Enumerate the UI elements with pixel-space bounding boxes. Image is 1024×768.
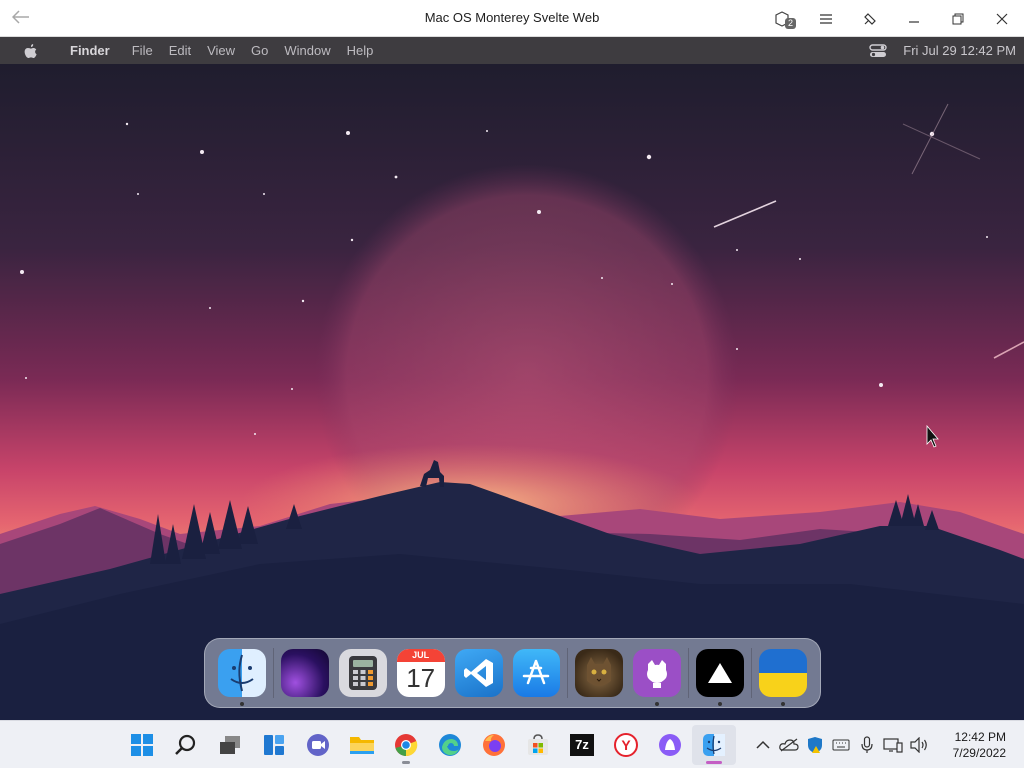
menu-help[interactable]: Help bbox=[339, 43, 382, 58]
menu-window[interactable]: Window bbox=[276, 43, 338, 58]
widgets-icon bbox=[264, 735, 284, 755]
taskbar-chrome[interactable] bbox=[384, 725, 428, 765]
collections-icon[interactable]: 2 bbox=[760, 0, 804, 37]
taskbar-time: 12:42 PM bbox=[954, 730, 1006, 744]
menu-edit[interactable]: Edit bbox=[161, 43, 199, 58]
menu-go[interactable]: Go bbox=[243, 43, 276, 58]
wallpapers-icon bbox=[281, 649, 329, 697]
desktop-wallpaper bbox=[0, 64, 1024, 720]
dock-separator bbox=[272, 648, 274, 698]
chrome-icon bbox=[395, 734, 418, 757]
file-explorer-icon bbox=[350, 737, 374, 754]
network-icon[interactable] bbox=[882, 734, 904, 756]
taskbar-store[interactable] bbox=[516, 725, 560, 765]
dock-app-calculator[interactable] bbox=[338, 649, 387, 697]
taskbar-task-view[interactable] bbox=[208, 725, 252, 765]
apple-logo-icon[interactable] bbox=[20, 43, 42, 59]
minimize-icon[interactable] bbox=[892, 0, 936, 37]
task-view-icon bbox=[220, 736, 240, 754]
windows-taskbar: 7z Y 12:42 PM 7/29/2022 bbox=[0, 720, 1024, 768]
system-tray bbox=[750, 721, 932, 768]
taskbar-date: 7/29/2022 bbox=[952, 746, 1006, 760]
taskbar-running-indicator bbox=[402, 761, 410, 764]
alice-icon bbox=[659, 734, 681, 756]
github-icon bbox=[647, 660, 668, 688]
taskbar-widgets[interactable] bbox=[252, 725, 296, 765]
taskbar-running-indicator bbox=[706, 761, 722, 764]
dock-running-indicator bbox=[718, 702, 723, 706]
close-icon[interactable] bbox=[980, 0, 1024, 37]
dock-running-indicator bbox=[240, 702, 244, 706]
dock-separator bbox=[567, 648, 569, 698]
vercel-icon bbox=[708, 663, 733, 683]
firefox-icon bbox=[483, 734, 505, 756]
store-icon bbox=[528, 734, 548, 755]
teams-chat-icon bbox=[307, 734, 329, 756]
dock-app-github[interactable] bbox=[633, 649, 682, 706]
calculator-icon bbox=[348, 656, 377, 690]
defender-icon[interactable] bbox=[804, 734, 826, 756]
calendar-month: JUL bbox=[396, 649, 445, 662]
taskbar-search[interactable] bbox=[164, 725, 208, 765]
dock-app-app-store[interactable] bbox=[512, 649, 561, 697]
finder-icon bbox=[230, 654, 254, 692]
menubar-app-name[interactable]: Finder bbox=[62, 43, 124, 58]
dock-separator bbox=[688, 648, 690, 698]
microphone-icon[interactable] bbox=[856, 734, 878, 756]
menubar-datetime[interactable]: Fri Jul 29 12:42 PM bbox=[903, 43, 1016, 58]
dock-running-indicator bbox=[781, 702, 786, 706]
menu-icon[interactable] bbox=[804, 0, 848, 37]
dock-app-wallpapers[interactable] bbox=[280, 649, 329, 697]
yandex-icon: Y bbox=[614, 733, 638, 757]
dock-app-calendar[interactable]: JUL 17 bbox=[396, 649, 445, 697]
finder-icon bbox=[703, 734, 725, 756]
volume-icon[interactable] bbox=[908, 734, 930, 756]
control-center-icon[interactable] bbox=[869, 43, 887, 58]
vscode-icon bbox=[463, 659, 493, 687]
taskbar-macos-web-app[interactable] bbox=[692, 725, 736, 765]
restore-icon[interactable] bbox=[936, 0, 980, 37]
menu-view[interactable]: View bbox=[199, 43, 243, 58]
taskbar-start[interactable] bbox=[120, 725, 164, 765]
edge-icon bbox=[439, 734, 461, 756]
taskbar-teams-chat[interactable] bbox=[296, 725, 340, 765]
search-icon bbox=[175, 734, 196, 755]
dock-app-ukraine[interactable] bbox=[759, 649, 808, 706]
mac-dock: JUL 17 bbox=[204, 638, 821, 708]
app-store-icon bbox=[523, 659, 550, 685]
dock-app-finder[interactable] bbox=[218, 649, 266, 706]
taskbar-alice[interactable] bbox=[648, 725, 692, 765]
dock-running-indicator bbox=[655, 702, 660, 706]
chevron-up-icon[interactable] bbox=[752, 734, 774, 756]
dock-app-cat[interactable] bbox=[575, 649, 624, 697]
onedrive-icon[interactable] bbox=[778, 734, 800, 756]
cat-photo-icon bbox=[587, 657, 612, 686]
mac-menubar: Finder File Edit View Go Window Help Fri… bbox=[0, 37, 1024, 64]
taskbar-file-explorer[interactable] bbox=[340, 725, 384, 765]
taskbar-yandex[interactable]: Y bbox=[604, 725, 648, 765]
taskbar-clock[interactable]: 12:42 PM 7/29/2022 bbox=[953, 729, 1006, 761]
ukraine-flag-icon bbox=[759, 649, 807, 697]
tab-count-badge: 2 bbox=[784, 18, 796, 29]
taskbar-edge[interactable] bbox=[428, 725, 472, 765]
window-titlebar: Mac OS Monterey Svelte Web 2 bbox=[0, 0, 1024, 37]
keyboard-icon[interactable] bbox=[830, 734, 852, 756]
7zip-icon: 7z bbox=[570, 734, 594, 756]
taskbar-firefox[interactable] bbox=[472, 725, 516, 765]
calendar-day: 17 bbox=[406, 663, 436, 693]
windows-start-icon bbox=[131, 734, 153, 756]
extensions-icon[interactable] bbox=[848, 0, 892, 37]
taskbar-7zip[interactable]: 7z bbox=[560, 725, 604, 765]
dock-app-vscode[interactable] bbox=[454, 649, 503, 697]
menu-file[interactable]: File bbox=[124, 43, 161, 58]
dock-app-vercel[interactable] bbox=[696, 649, 745, 706]
calendar-icon: JUL 17 bbox=[396, 649, 445, 694]
dock-separator bbox=[751, 648, 753, 698]
